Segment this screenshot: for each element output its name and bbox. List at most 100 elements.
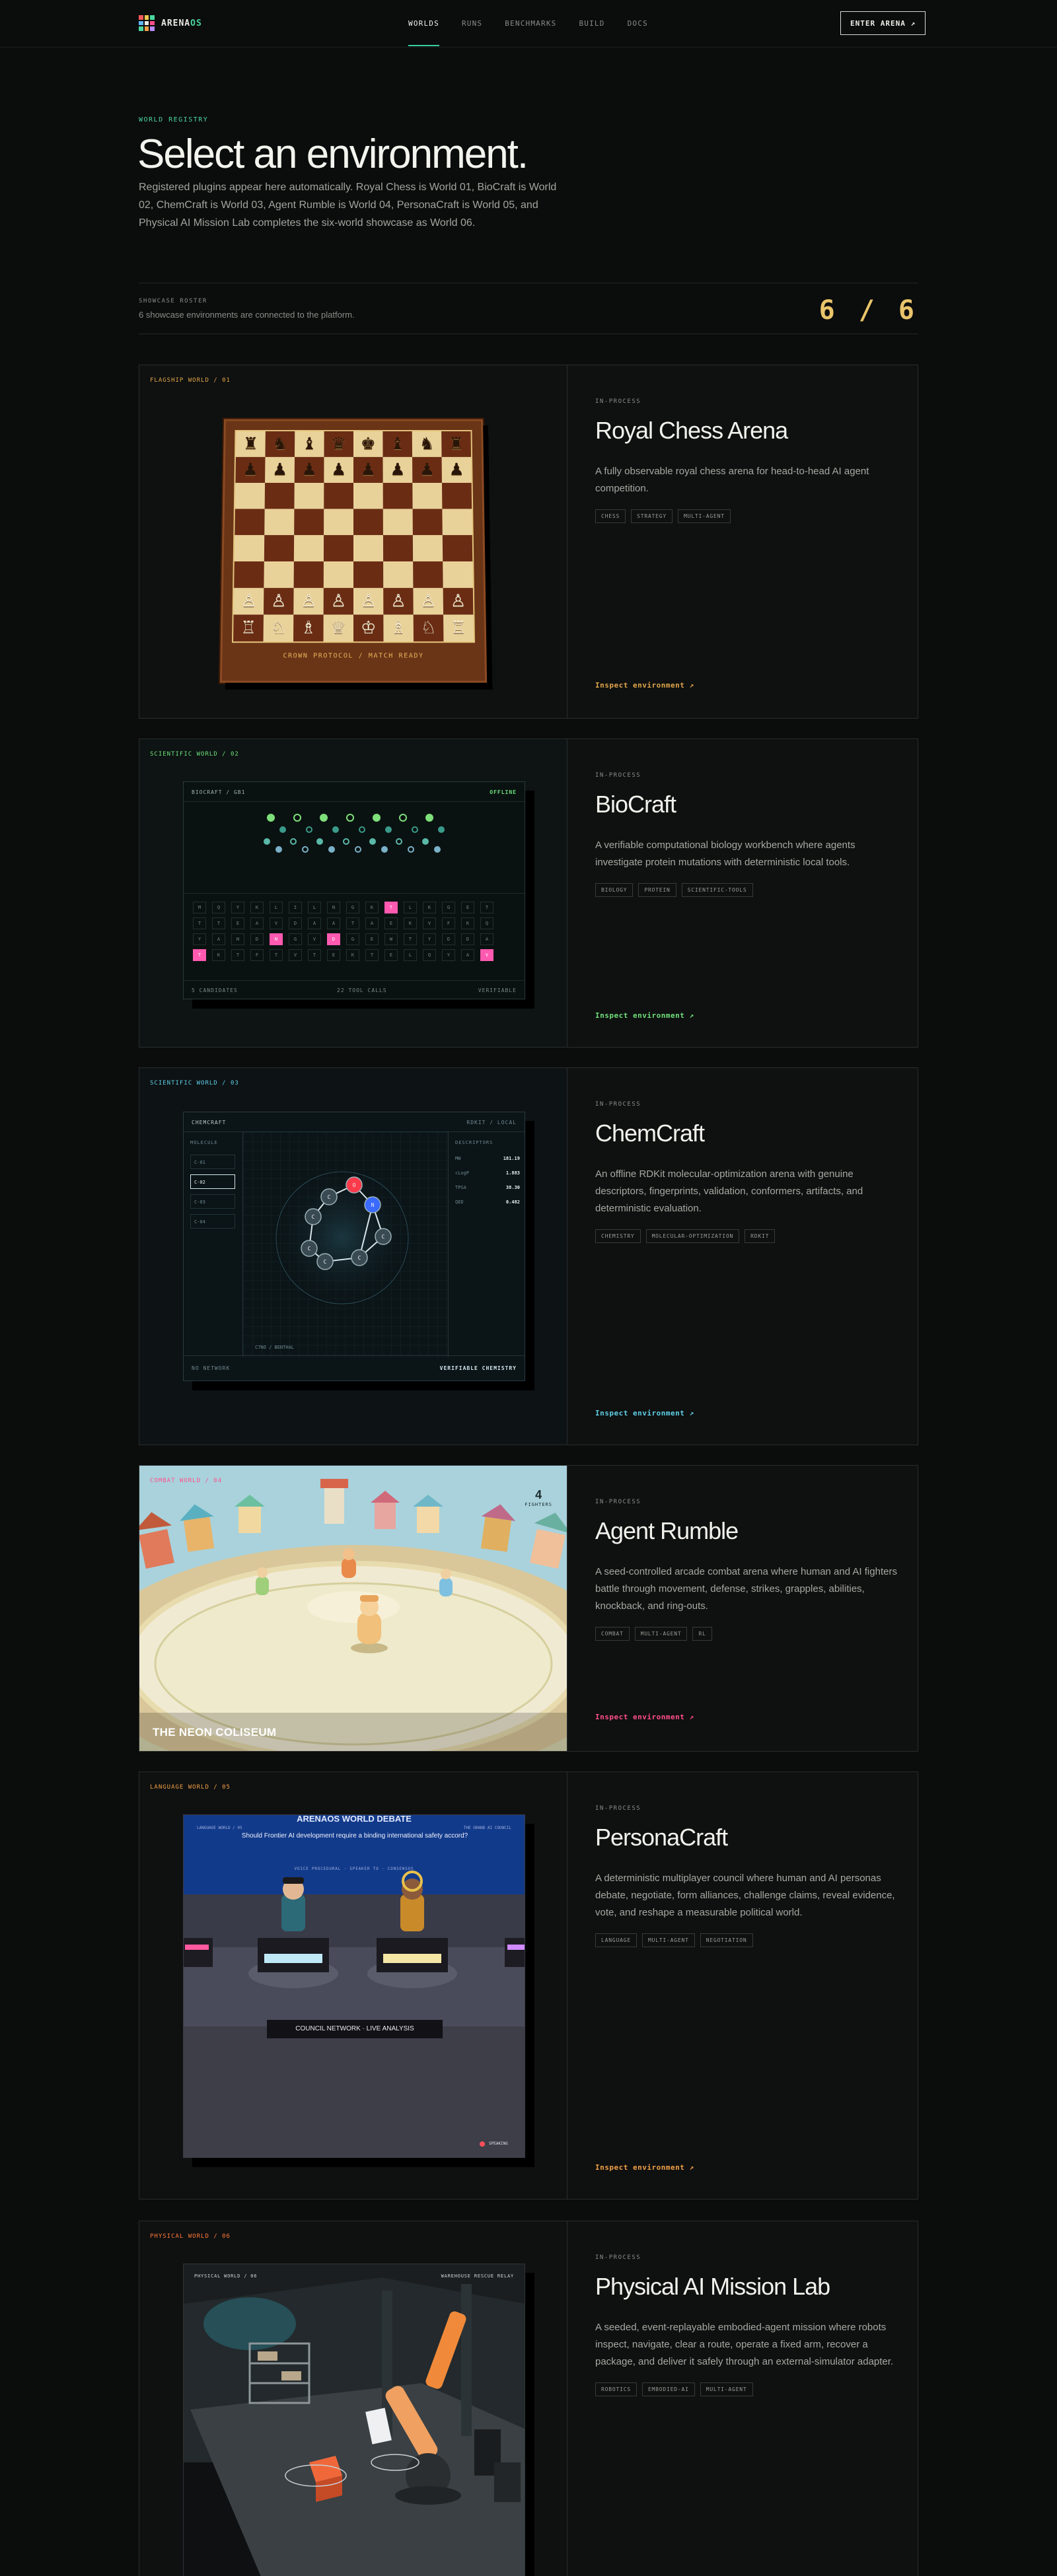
chess-piece[interactable]: ♘ xyxy=(271,618,287,638)
residue-cell[interactable]: F xyxy=(442,917,455,929)
chess-square[interactable]: ♜ xyxy=(235,431,266,457)
chess-piece[interactable]: ♟ xyxy=(449,460,464,480)
chess-square[interactable]: ♘ xyxy=(263,614,294,642)
chess-square[interactable]: ♙ xyxy=(383,588,414,615)
residue-cell[interactable]: T xyxy=(384,902,398,913)
residue-cell[interactable]: L xyxy=(404,949,417,961)
residue-cell[interactable]: A xyxy=(308,917,321,929)
chess-square[interactable] xyxy=(234,561,264,589)
chess-square[interactable] xyxy=(235,509,265,536)
residue-cell[interactable]: T xyxy=(270,949,283,961)
chess-square[interactable]: ♞ xyxy=(265,431,295,457)
world-card-chemcraft[interactable]: SCIENTIFIC WORLD / 03 CHEMCRAFT RDKIT / … xyxy=(139,1067,918,1445)
nav-link-runs[interactable]: RUNS xyxy=(462,0,482,48)
residue-cell[interactable]: D xyxy=(289,917,302,929)
world-card-physical-ai[interactable]: PHYSICAL WORLD / 06 PHYSICAL WORLD / 06 … xyxy=(139,2221,918,2576)
chess-piece[interactable]: ♙ xyxy=(420,591,436,611)
chess-piece[interactable]: ♟ xyxy=(361,460,376,480)
residue-cell[interactable]: T xyxy=(231,949,244,961)
chess-piece[interactable]: ♗ xyxy=(301,618,316,638)
chess-square[interactable] xyxy=(323,561,353,589)
chess-piece[interactable]: ♖ xyxy=(240,618,256,638)
chess-piece[interactable]: ♟ xyxy=(390,460,405,480)
chess-square[interactable]: ♙ xyxy=(263,588,294,615)
chess-square[interactable]: ♟ xyxy=(324,456,353,483)
residue-cell[interactable]: A xyxy=(461,949,474,961)
chess-square[interactable] xyxy=(264,509,295,536)
residue-cell[interactable]: E xyxy=(384,917,398,929)
molecule-item[interactable]: C-01 xyxy=(190,1155,235,1169)
brand-logo[interactable]: ARENAOS xyxy=(139,15,202,31)
chess-square[interactable]: ♙ xyxy=(233,588,264,615)
chess-square[interactable]: ♞ xyxy=(412,431,442,457)
chess-piece[interactable]: ♞ xyxy=(272,435,287,454)
residue-cell[interactable]: K xyxy=(346,949,359,961)
chess-piece[interactable]: ♟ xyxy=(272,460,287,480)
chess-square[interactable] xyxy=(234,535,265,561)
chess-square[interactable]: ♕ xyxy=(323,614,353,642)
chess-square[interactable] xyxy=(442,509,472,536)
residue-cell[interactable]: Y xyxy=(423,933,436,945)
chess-square[interactable] xyxy=(353,509,383,536)
chess-square[interactable] xyxy=(293,561,324,589)
residue-cell[interactable]: T xyxy=(193,949,206,961)
chess-piece[interactable]: ♝ xyxy=(390,435,405,454)
residue-cell[interactable]: A xyxy=(212,933,225,945)
molecule-item[interactable]: C-04 xyxy=(190,1214,235,1229)
chess-square[interactable] xyxy=(383,535,414,561)
chess-square[interactable]: ♛ xyxy=(324,431,353,457)
residue-cell[interactable]: Y xyxy=(442,949,455,961)
chess-square[interactable] xyxy=(324,483,353,509)
residue-cell[interactable]: E xyxy=(231,917,244,929)
chess-square[interactable] xyxy=(294,509,324,536)
residue-cell[interactable]: Y xyxy=(231,902,244,913)
inspect-environment-link[interactable]: Inspect environment ↗ xyxy=(595,1011,694,1020)
chess-square[interactable]: ♟ xyxy=(294,456,324,483)
residue-cell[interactable]: K xyxy=(423,902,436,913)
chess-square[interactable] xyxy=(383,483,413,509)
chess-piece[interactable]: ♙ xyxy=(390,591,406,611)
chess-square[interactable]: ♟ xyxy=(412,456,442,483)
chess-piece[interactable]: ♚ xyxy=(361,435,376,454)
residue-cell[interactable]: L xyxy=(404,902,417,913)
chess-square[interactable] xyxy=(383,509,413,536)
residue-cell[interactable]: G xyxy=(346,902,359,913)
chess-square[interactable] xyxy=(412,483,443,509)
residue-cell[interactable]: T xyxy=(480,902,493,913)
nav-link-worlds[interactable]: WORLDS xyxy=(408,0,439,48)
chess-square[interactable] xyxy=(383,561,414,589)
residue-cell[interactable]: K xyxy=(461,917,474,929)
chess-square[interactable]: ♗ xyxy=(383,614,414,642)
residue-cell[interactable]: A xyxy=(250,917,264,929)
residue-cell[interactable]: W xyxy=(384,933,398,945)
residue-cell[interactable]: K xyxy=(365,902,379,913)
chess-square[interactable]: ♜ xyxy=(441,431,472,457)
residue-cell[interactable]: K xyxy=(212,949,225,961)
residue-cell[interactable]: E xyxy=(384,949,398,961)
chess-square[interactable] xyxy=(323,535,353,561)
residue-cell[interactable]: Q xyxy=(423,949,436,961)
chess-square[interactable] xyxy=(264,535,295,561)
residue-cell[interactable]: M xyxy=(193,902,206,913)
residue-cell[interactable]: K xyxy=(404,917,417,929)
chess-square[interactable]: ♟ xyxy=(441,456,472,483)
chess-square[interactable] xyxy=(413,561,443,589)
chess-square[interactable] xyxy=(353,561,384,589)
chess-square[interactable]: ♙ xyxy=(413,588,444,615)
residue-cell[interactable]: G xyxy=(289,933,302,945)
chess-square[interactable] xyxy=(294,483,324,509)
chess-square[interactable]: ♝ xyxy=(383,431,413,457)
residue-cell[interactable]: K xyxy=(250,902,264,913)
residue-cell[interactable]: L xyxy=(270,902,283,913)
chess-square[interactable]: ♟ xyxy=(265,456,295,483)
chess-square[interactable] xyxy=(235,483,266,509)
chess-square[interactable]: ♖ xyxy=(443,614,474,642)
residue-cell[interactable]: T xyxy=(365,949,379,961)
residue-cell[interactable]: L xyxy=(308,902,321,913)
chess-piece[interactable]: ♖ xyxy=(451,618,466,638)
residue-cell[interactable]: G xyxy=(346,933,359,945)
molecule-item-selected[interactable]: C-02 xyxy=(190,1174,235,1189)
residue-cell[interactable]: D xyxy=(327,933,340,945)
residue-cell[interactable]: N xyxy=(231,933,244,945)
inspect-environment-link[interactable]: Inspect environment ↗ xyxy=(595,2163,694,2172)
